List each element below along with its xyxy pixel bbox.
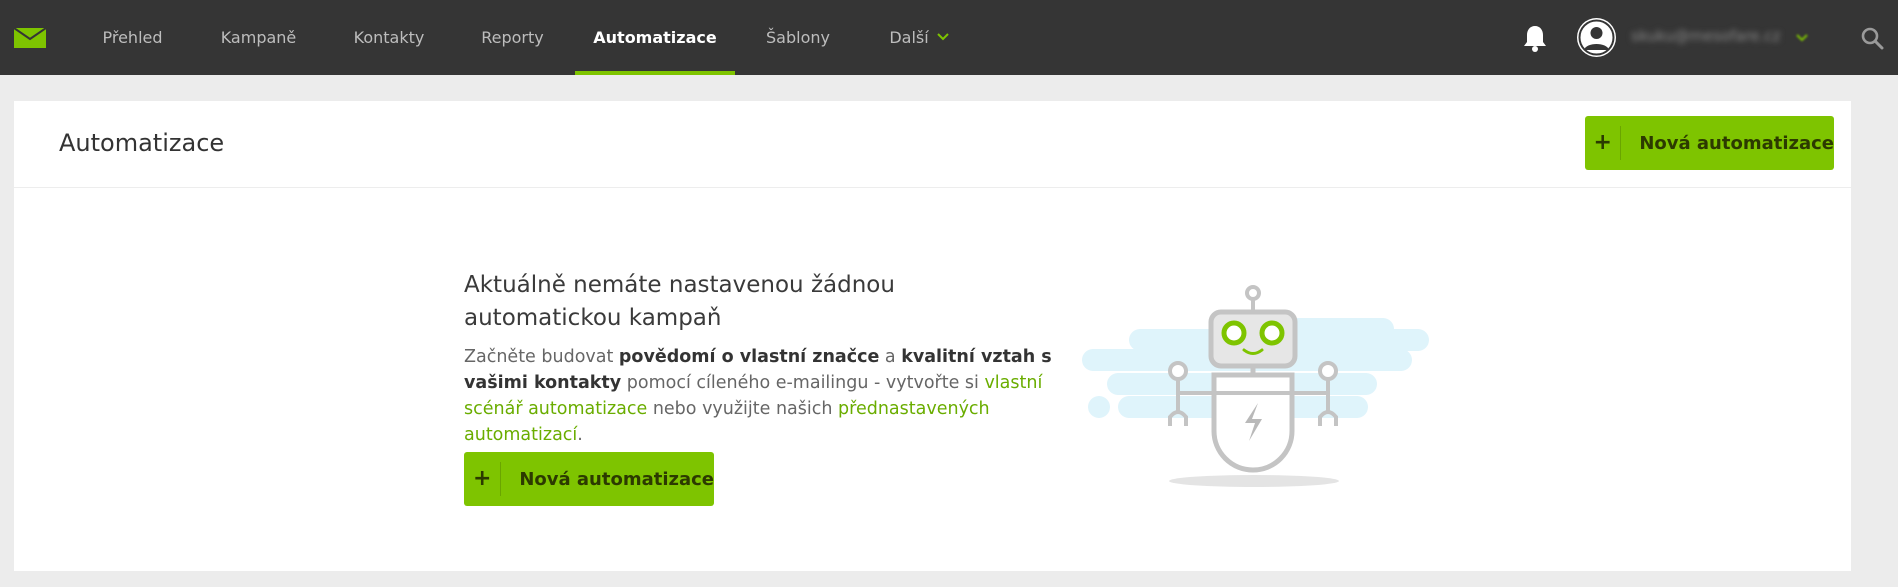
desc-text: a bbox=[879, 347, 902, 367]
card-header: Automatizace + Nová automatizace bbox=[14, 101, 1851, 188]
desc-bold-brand: povědomí o vlastní značce bbox=[618, 347, 880, 367]
desc-text: nebo využijte našich bbox=[647, 399, 839, 419]
mail-logo-icon[interactable] bbox=[14, 28, 46, 48]
empty-state-description: Začněte budovat povědomí o vlastní značc… bbox=[464, 344, 1064, 448]
nav-item-dalsi[interactable]: Další bbox=[884, 0, 934, 75]
bell-icon[interactable] bbox=[1522, 24, 1548, 52]
chevron-down-icon[interactable] bbox=[937, 33, 949, 41]
new-automation-button-label: Nová automatizace bbox=[1639, 132, 1834, 154]
plus-icon: + bbox=[464, 462, 502, 496]
nav-item-prehled[interactable]: Přehled bbox=[100, 0, 165, 75]
nav-item-reporty[interactable]: Reporty bbox=[479, 0, 546, 75]
robot-illustration bbox=[1082, 285, 1429, 487]
empty-state-title: Aktuálně nemáte nastavenou žádnou automa… bbox=[464, 272, 895, 331]
user-avatar-icon[interactable] bbox=[1577, 18, 1616, 57]
desc-text: Začněte budovat bbox=[464, 347, 619, 367]
top-navigation-bar: Přehled Kampaně Kontakty Reporty Automat… bbox=[0, 0, 1898, 75]
desc-text: . bbox=[577, 425, 583, 445]
nav-item-kampane[interactable]: Kampaně bbox=[217, 0, 300, 75]
new-automation-button[interactable]: + Nová automatizace bbox=[1585, 116, 1834, 170]
plus-icon: + bbox=[1585, 126, 1622, 160]
desc-text: pomocí cíleného e-mailingu - vytvořte si bbox=[621, 373, 985, 393]
user-menu-chevron-icon[interactable] bbox=[1796, 34, 1808, 42]
automation-card: Automatizace + Nová automatizace Aktuáln… bbox=[14, 101, 1851, 571]
empty-state-new-automation-button[interactable]: + Nová automatizace bbox=[464, 452, 714, 506]
user-email[interactable]: skuku@mesofare.cz bbox=[1631, 27, 1781, 45]
nav-item-sablony[interactable]: Šablony bbox=[764, 0, 832, 75]
empty-state-button-label: Nová automatizace bbox=[519, 468, 714, 490]
search-icon[interactable] bbox=[1860, 26, 1884, 50]
nav-item-automatizace[interactable]: Automatizace bbox=[575, 0, 735, 75]
page-title: Automatizace bbox=[59, 129, 225, 157]
nav-item-kontakty[interactable]: Kontakty bbox=[352, 0, 426, 75]
